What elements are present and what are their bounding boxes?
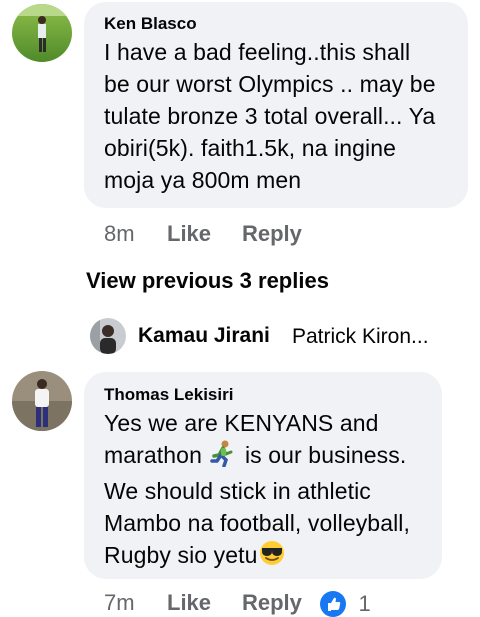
reply-button[interactable]: Reply <box>242 221 302 247</box>
avatar-kamau-jirani[interactable] <box>90 318 126 354</box>
comment-line: obiri(5k). faith1.5k, na ingine <box>104 135 397 161</box>
reaction-count: 1 <box>358 591 371 616</box>
comment-text: I have a bad feeling..this shall be our … <box>104 36 436 196</box>
comment-line: Rugby sio yetu <box>104 539 410 575</box>
reply-preview-text[interactable]: Patrick Kiron... <box>292 325 452 349</box>
comment-author[interactable]: Thomas Lekisiri <box>104 385 233 405</box>
comment-line: tulate bronze 3 total overall... Ya <box>104 103 436 129</box>
reaction-summary[interactable]: 1 <box>320 591 371 617</box>
reply-button[interactable]: Reply <box>242 590 302 616</box>
comment-line: moja ya 800m men <box>104 167 302 193</box>
reply-author[interactable]: Kamau Jirani <box>138 324 270 348</box>
comment-line: marathon is our business. <box>104 439 410 475</box>
reply-preview-snippet: Patrick Kiron... <box>292 325 429 348</box>
like-reaction-icon <box>320 591 346 617</box>
comment-line-part: is our business. <box>244 442 407 469</box>
comment-timestamp: 7m <box>104 590 135 615</box>
comment-line: be our worst Olympics .. may be <box>104 71 436 97</box>
runner-emoji-icon <box>208 439 238 475</box>
sunglasses-emoji-icon <box>258 539 286 575</box>
comment-line: We should stick in athletic <box>104 478 371 504</box>
like-button[interactable]: Like <box>167 590 211 616</box>
comment-author[interactable]: Ken Blasco <box>104 14 197 34</box>
view-previous-replies-link[interactable]: View previous 3 replies <box>86 268 329 294</box>
comment-line-part: Rugby sio yetu <box>104 542 258 569</box>
comment-timestamp: 8m <box>104 221 135 246</box>
comment-line-part: marathon <box>104 442 202 469</box>
comment-text: Yes we are KENYANS and marathon is our b… <box>104 407 410 575</box>
avatar-thomas-lekisiri[interactable] <box>12 371 72 431</box>
comment-line: I have a bad feeling..this shall <box>104 39 411 65</box>
like-button[interactable]: Like <box>167 221 211 247</box>
comment-line: Yes we are KENYANS and <box>104 410 379 436</box>
comment-line: Mambo na football, volleyball, <box>104 510 410 536</box>
avatar-ken-blasco[interactable] <box>12 4 72 62</box>
